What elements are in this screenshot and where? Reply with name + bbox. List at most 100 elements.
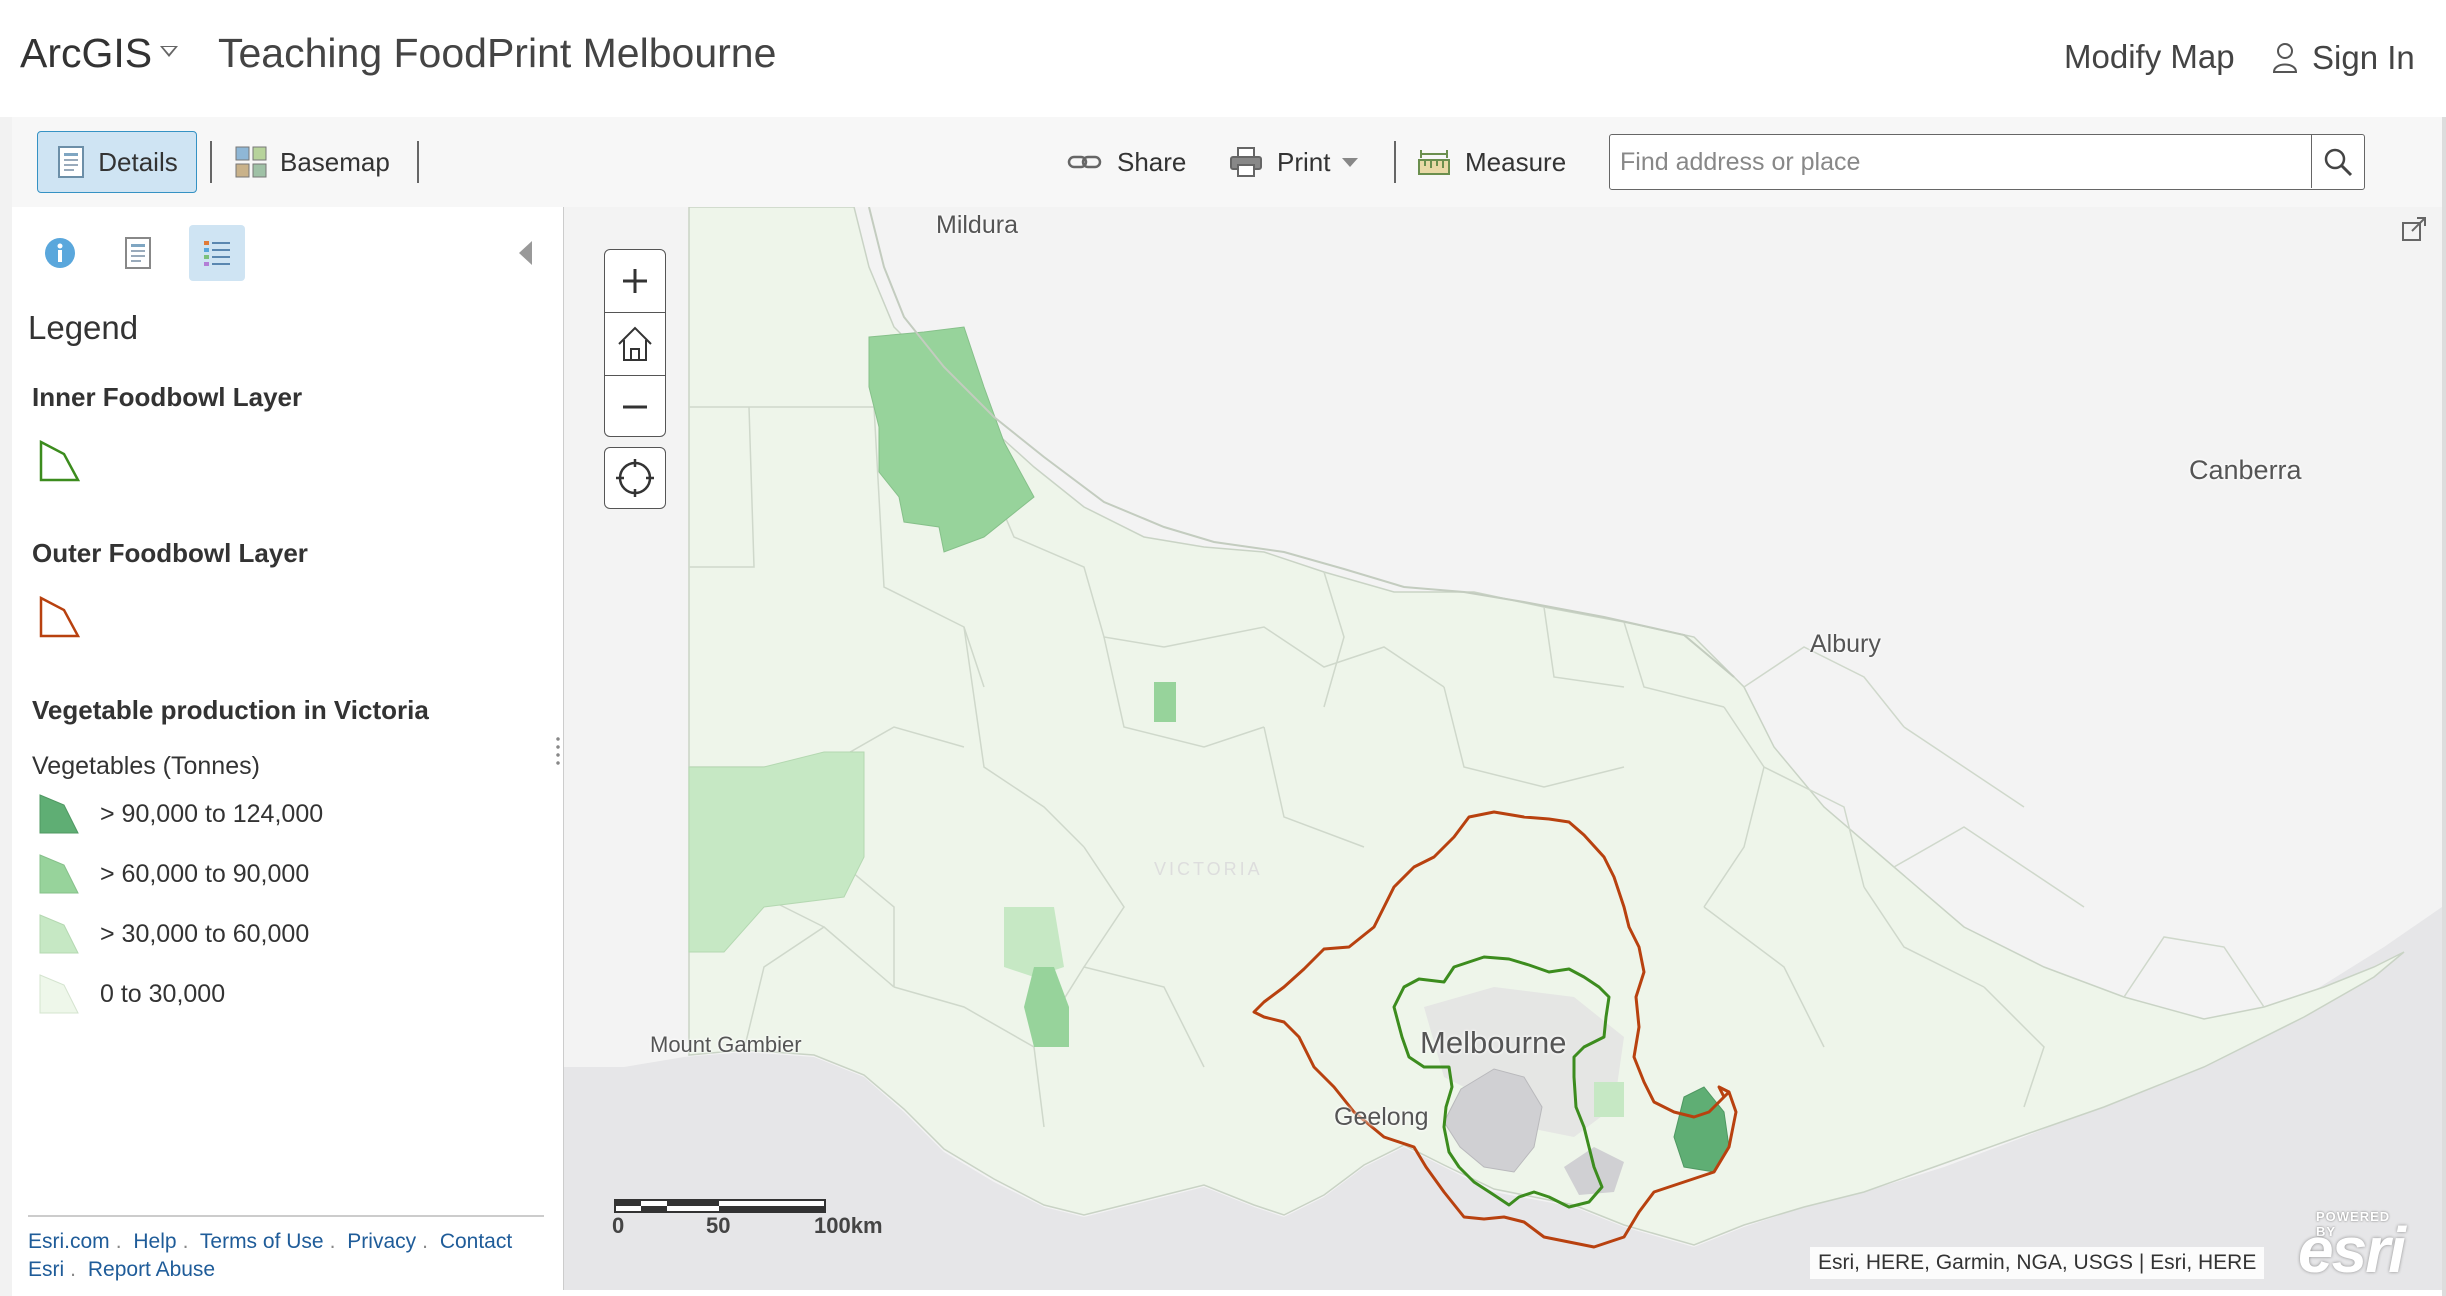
measure-button[interactable]: Measure xyxy=(1417,131,1566,193)
printer-icon xyxy=(1230,147,1262,177)
inner-foodbowl-symbol-icon xyxy=(39,439,81,482)
zoom-out-button[interactable] xyxy=(605,375,665,438)
place-label: Mount Gambier xyxy=(650,1032,802,1057)
legend-class-row: > 90,000 to 124,000 xyxy=(38,790,323,838)
footer-link-privacy[interactable]: Privacy xyxy=(347,1230,416,1253)
content-icon xyxy=(125,237,151,269)
app-name-menu[interactable]: ArcGIS xyxy=(20,30,152,77)
drag-handle-icon[interactable] xyxy=(555,735,561,769)
home-button[interactable] xyxy=(605,312,665,375)
class-swatch-icon xyxy=(39,914,79,954)
tab-content[interactable] xyxy=(110,225,166,281)
toolbar-divider xyxy=(210,141,212,183)
collapse-panel-icon[interactable] xyxy=(519,241,532,265)
search-input[interactable] xyxy=(1610,135,2322,190)
basemap-label: Basemap xyxy=(280,146,390,177)
home-icon xyxy=(618,326,652,361)
footer-link-help[interactable]: Help xyxy=(133,1230,176,1253)
legend-list-icon xyxy=(204,241,230,266)
chevron-down-icon xyxy=(1342,157,1359,167)
outer-foodbowl-symbol-icon xyxy=(39,595,81,638)
legend-class-row: 0 to 30,000 xyxy=(38,970,225,1018)
app-header: ArcGIS Teaching FoodPrint Melbourne Modi… xyxy=(0,0,2446,117)
share-button[interactable]: Share xyxy=(1067,131,1186,193)
details-label: Details xyxy=(98,146,178,177)
print-label: Print xyxy=(1277,146,1331,177)
details-button[interactable]: Details xyxy=(37,131,197,193)
zoom-in-button[interactable] xyxy=(605,250,665,312)
class-label: > 30,000 to 60,000 xyxy=(100,919,310,948)
layer-title-vegetables: Vegetable production in Victoria xyxy=(32,695,429,725)
modify-map-link[interactable]: Modify Map xyxy=(2064,38,2235,76)
scale-label: 50 xyxy=(706,1213,731,1238)
measure-label: Measure xyxy=(1465,146,1567,177)
toolbar-divider xyxy=(1394,141,1396,183)
search-box xyxy=(1609,134,2365,190)
footer-link-esri[interactable]: Esri.com xyxy=(28,1230,110,1253)
place-label: Melbourne xyxy=(1420,1025,1567,1060)
print-button[interactable]: Print xyxy=(1229,131,1359,193)
place-label: Geelong xyxy=(1334,1103,1429,1131)
field-label: Vegetables (Tonnes) xyxy=(32,752,260,780)
window-edge xyxy=(0,117,12,1296)
tab-about[interactable] xyxy=(32,225,88,281)
legend-class-row: > 60,000 to 90,000 xyxy=(38,850,309,898)
basemap-button[interactable]: Basemap xyxy=(234,131,390,193)
map-attribution[interactable]: Esri, HERE, Garmin, NGA, USGS | Esri, HE… xyxy=(1810,1247,2265,1279)
lga-30k-60k-east xyxy=(1594,1082,1624,1117)
window-edge xyxy=(2442,117,2446,1296)
map-title: Teaching FoodPrint Melbourne xyxy=(218,30,777,76)
zoom-control xyxy=(604,249,666,437)
lga-60k-90k-north-small xyxy=(1154,682,1176,722)
class-label: 0 to 30,000 xyxy=(100,979,226,1008)
class-swatch-icon xyxy=(39,794,79,834)
panel-splitter[interactable] xyxy=(554,207,564,1290)
map-view[interactable]: Mildura Canberra Albury Melbourne Geelon… xyxy=(564,207,2442,1290)
toolbar: Details Basemap Share Print Measure Find… xyxy=(12,117,2442,207)
layer-title-inner: Inner Foodbowl Layer xyxy=(32,382,303,412)
place-label: Canberra xyxy=(2189,455,2302,485)
sign-in-link[interactable]: Sign In xyxy=(2272,36,2415,80)
ruler-icon xyxy=(1418,150,1450,175)
basemap-gallery-icon xyxy=(235,146,267,178)
basemap-canvas xyxy=(564,207,2442,1249)
layer-title-outer: Outer Foodbowl Layer xyxy=(32,538,308,568)
legend-title: Legend xyxy=(28,309,139,346)
scale-label: 0 xyxy=(612,1213,625,1238)
place-label: Mildura xyxy=(936,211,1018,239)
tab-legend[interactable] xyxy=(189,225,245,281)
scale-bar xyxy=(614,1199,826,1213)
class-swatch-icon xyxy=(39,854,79,894)
lga-30k-60k-central xyxy=(1004,907,1064,977)
locate-button[interactable] xyxy=(604,447,666,509)
place-label: Albury xyxy=(1810,630,1881,658)
link-icon xyxy=(1067,155,1102,169)
details-panel: Legend Inner Foodbowl Layer Outer Foodbo… xyxy=(12,207,554,1290)
footer-link-terms[interactable]: Terms of Use xyxy=(200,1230,324,1253)
esri-logo[interactable]: POWERED BY esri xyxy=(2292,1207,2412,1286)
scale-label: 100km xyxy=(814,1213,883,1238)
search-icon xyxy=(2324,148,2353,176)
toolbar-divider xyxy=(417,141,419,183)
footer-links: Esri.com. Help. Terms of Use. Privacy. C… xyxy=(28,1230,513,1281)
region-label: VICTORIA xyxy=(1154,859,1263,879)
details-icon xyxy=(58,146,85,178)
class-swatch-icon xyxy=(39,974,79,1014)
minus-icon xyxy=(623,405,647,409)
footer-divider xyxy=(28,1215,544,1217)
plus-icon xyxy=(623,269,647,293)
sign-in-label: Sign In xyxy=(2312,39,2415,76)
chevron-down-icon[interactable] xyxy=(160,46,178,57)
expand-icon[interactable] xyxy=(2400,215,2428,243)
info-icon xyxy=(45,238,75,268)
esri-logo-word: esri xyxy=(2298,1214,2406,1286)
share-label: Share xyxy=(1117,146,1187,177)
crosshair-icon xyxy=(616,459,654,497)
search-button[interactable] xyxy=(2311,135,2364,188)
legend-class-row: > 30,000 to 60,000 xyxy=(38,910,309,958)
class-label: > 60,000 to 90,000 xyxy=(100,859,310,888)
user-icon xyxy=(2272,43,2298,73)
footer-link-report-abuse[interactable]: Report Abuse xyxy=(88,1258,215,1281)
class-label: > 90,000 to 124,000 xyxy=(100,799,324,828)
scale-labels: 0 50 100km xyxy=(612,1213,883,1243)
